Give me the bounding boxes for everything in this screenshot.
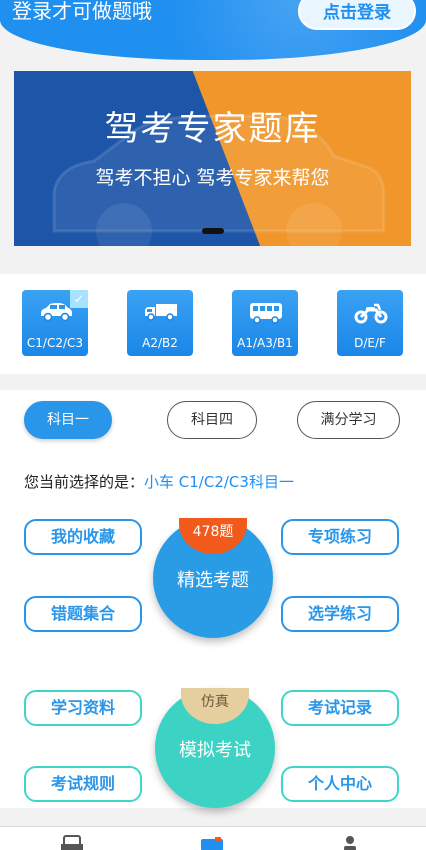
selected-questions-button[interactable]: 478题 精选考题: [153, 518, 273, 638]
bus-icon: [250, 303, 282, 324]
banner-title: 驾考专家题库: [104, 109, 321, 149]
login-button[interactable]: 点击登录: [298, 0, 416, 30]
vehicle-label: D/E/F: [354, 336, 386, 350]
current-selection: 您当前选择的是：小车 C1/C2/C3科目一: [24, 471, 294, 492]
my-favorites-button[interactable]: 我的收藏: [24, 519, 142, 555]
simulation-badge: 仿真: [181, 688, 249, 724]
selected-questions-label: 精选考题: [177, 570, 249, 591]
current-selection-prefix: 您当前选择的是：: [24, 473, 145, 491]
vehicle-option-motorcycle[interactable]: D/E/F: [337, 290, 403, 356]
selected-check-icon: ✓: [70, 290, 88, 308]
car-icon: [41, 303, 72, 322]
study-materials-button[interactable]: 学习资料: [24, 690, 142, 726]
wrong-questions-button[interactable]: 错题集合: [24, 596, 142, 632]
current-selection-value: 小车 C1/C2/C3科目一: [144, 473, 294, 491]
car-silhouette-icon: [52, 114, 386, 246]
vehicle-label: A2/B2: [142, 336, 178, 350]
exam-records-button[interactable]: 考试记录: [281, 690, 399, 726]
login-prompt: 登录才可做题哦: [12, 0, 152, 23]
vehicle-label: A1/A3/B1: [237, 336, 293, 350]
carousel-indicator[interactable]: [202, 228, 224, 234]
selective-practice-button[interactable]: 选学练习: [281, 596, 399, 632]
exam-tab-icon[interactable]: [200, 837, 224, 850]
question-count-badge: 478题: [179, 518, 247, 554]
truck-icon: [145, 304, 177, 321]
personal-center-button[interactable]: 个人中心: [281, 766, 399, 802]
exam-rules-button[interactable]: 考试规则: [24, 766, 142, 802]
question-bank-tab-icon[interactable]: [60, 835, 84, 850]
vehicle-option-bus[interactable]: A1/A3/B1: [232, 290, 298, 356]
vehicle-option-car[interactable]: ✓ C1/C2/C3: [22, 290, 88, 356]
special-practice-button[interactable]: 专项练习: [281, 519, 399, 555]
profile-tab-icon[interactable]: [342, 835, 358, 850]
tab-full-score[interactable]: 满分学习: [297, 401, 400, 439]
banner-subtitle: 驾考不担心 驾考专家来帮您: [95, 167, 330, 189]
vehicle-label: C1/C2/C3: [26, 336, 84, 350]
promo-banner[interactable]: 驾考专家题库 驾考不担心 驾考专家来帮您: [14, 71, 411, 246]
vehicle-category-panel: ✓ C1/C2/C3 A2/B2 A1/A3/B1 D/E/F: [0, 274, 426, 374]
mock-exam-label: 模拟考试: [179, 740, 251, 761]
subjects-panel: 科目一 科目四 满分学习 您当前选择的是：小车 C1/C2/C3科目一 我的收藏…: [0, 390, 426, 808]
mock-exam-button[interactable]: 仿真 模拟考试: [155, 688, 275, 808]
tab-subject-four[interactable]: 科目四: [167, 401, 257, 439]
tab-subject-one[interactable]: 科目一: [24, 401, 112, 439]
bottom-tab-bar: [0, 826, 426, 850]
vehicle-option-truck[interactable]: A2/B2: [127, 290, 193, 356]
motorcycle-icon: [354, 303, 388, 324]
